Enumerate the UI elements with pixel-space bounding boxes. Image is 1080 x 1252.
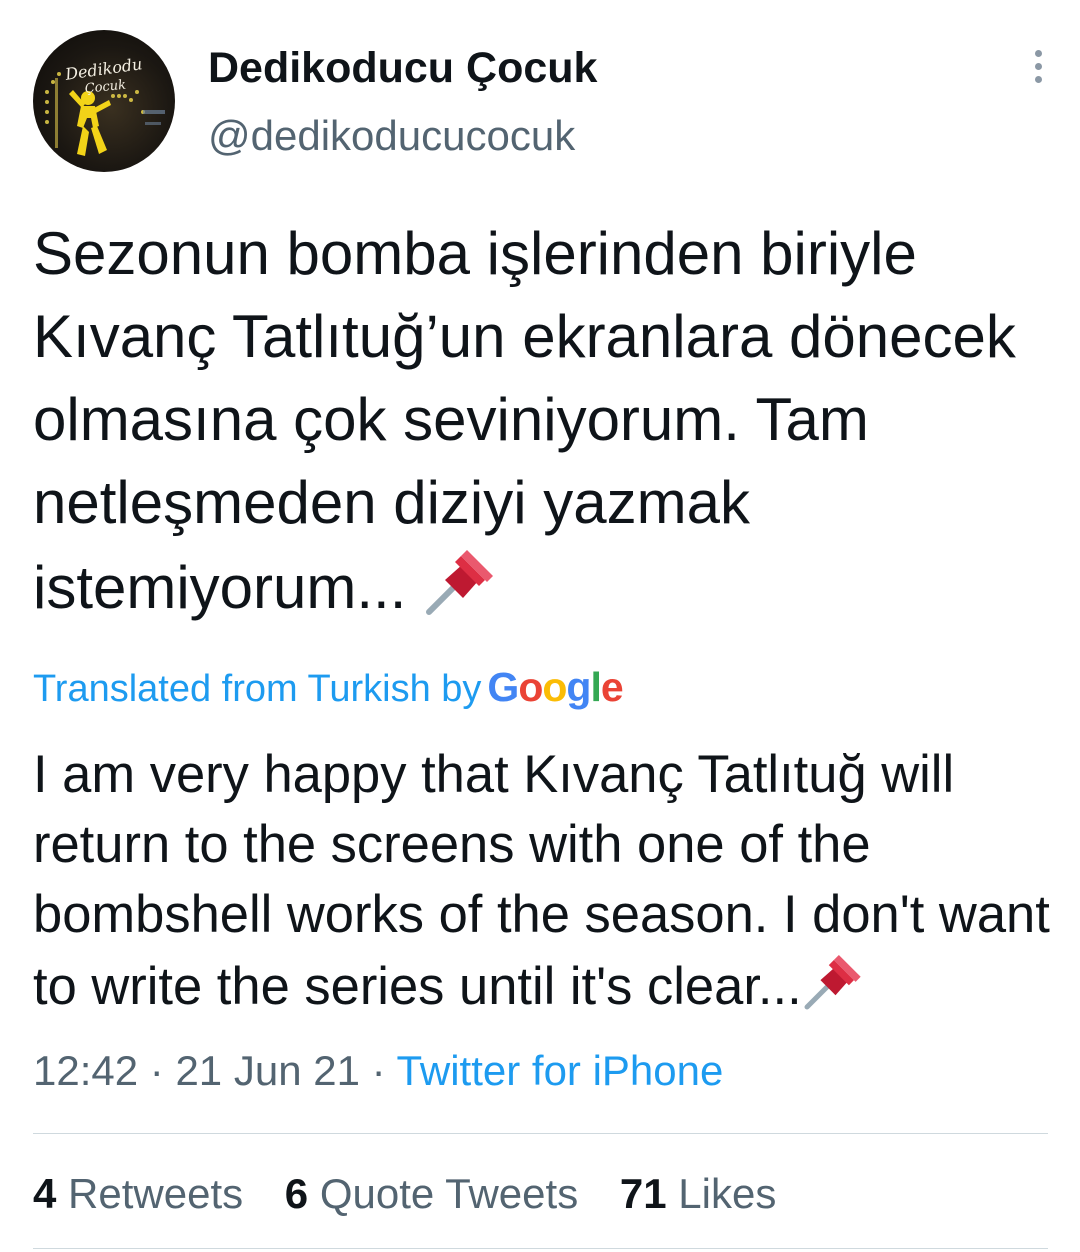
google-letter: l (590, 664, 601, 710)
more-dot-icon (1035, 50, 1042, 57)
likes-label: Likes (678, 1170, 777, 1217)
pushpin-icon (804, 955, 861, 1010)
translated-from-label[interactable]: Translated from Turkish by (33, 668, 481, 710)
google-letter: o (542, 664, 567, 710)
tweet-time[interactable]: 12:42 (33, 1047, 138, 1094)
retweets-stat[interactable]: 4 Retweets (33, 1166, 243, 1222)
tweet-source-link[interactable]: Twitter for iPhone (397, 1047, 724, 1094)
google-letter: g (566, 664, 591, 710)
google-letter: e (600, 664, 624, 710)
translated-text-body: I am very happy that Kıvanç Tatlıtuğ wil… (33, 745, 1050, 1016)
avatar-image: Dedikodu Çocuk (45, 54, 165, 156)
likes-stat[interactable]: 71 Likes (620, 1166, 776, 1222)
quote-tweets-label: Quote Tweets (319, 1170, 579, 1217)
google-letter: G (487, 664, 519, 710)
tweet-header: Dedikodu Çocuk Dedikoducu Çocuk @dedikod… (33, 30, 1053, 172)
tweet-stats: 4 Retweets 6 Quote Tweets 71 Likes (33, 1166, 806, 1222)
google-logo: Google (487, 664, 624, 710)
tweet-date[interactable]: 21 Jun 21 (175, 1047, 360, 1094)
google-letter: o (518, 664, 543, 710)
divider (33, 1133, 1048, 1134)
divider (33, 1248, 1048, 1249)
svg-text:Çocuk: Çocuk (84, 78, 127, 97)
tweet-text-body: Sezonun bomba işlerinden biriyle Kıvanç … (33, 220, 1016, 621)
tweet-text: Sezonun bomba işlerinden biriyle Kıvanç … (33, 212, 1033, 629)
quote-tweets-count: 6 (284, 1170, 309, 1217)
translation-attribution[interactable]: Translated from Turkish by Google (33, 662, 624, 714)
meta-separator: · (149, 1047, 164, 1094)
display-name[interactable]: Dedikoducu Çocuk (208, 40, 597, 96)
retweets-label: Retweets (68, 1170, 244, 1217)
quote-tweets-stat[interactable]: 6 Quote Tweets (285, 1166, 578, 1222)
translated-text: I am very happy that Kıvanç Tatlıtuğ wil… (33, 740, 1053, 1022)
user-handle[interactable]: @dedikoducucocuk (208, 108, 597, 164)
meta-separator: · (371, 1047, 386, 1094)
pushpin-icon (426, 550, 494, 615)
more-options-button[interactable] (1023, 50, 1053, 96)
more-dot-icon (1035, 76, 1042, 83)
more-dot-icon (1035, 63, 1042, 70)
retweets-count: 4 (33, 1170, 57, 1217)
likes-count: 71 (619, 1170, 667, 1217)
avatar[interactable]: Dedikodu Çocuk (33, 30, 175, 172)
tweet-meta: 12:42 · 21 Jun 21 · Twitter for iPhone (33, 1043, 723, 1099)
author-names: Dedikoducu Çocuk @dedikoducucocuk (208, 40, 597, 164)
